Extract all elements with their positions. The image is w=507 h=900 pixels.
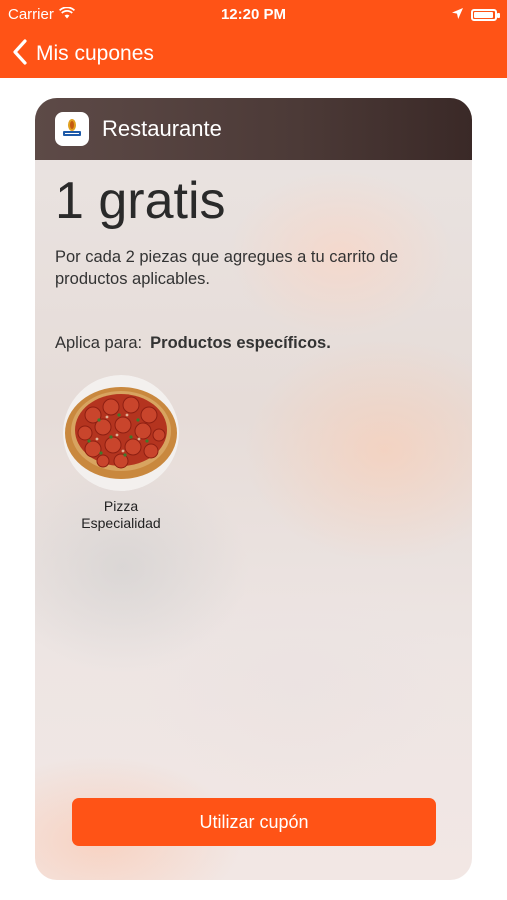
back-button[interactable]: Mis cupones — [12, 38, 154, 70]
battery-icon — [471, 8, 500, 21]
location-arrow-icon — [452, 6, 463, 23]
coupon-header: Restaurante — [35, 98, 472, 160]
product-name-line1: Pizza — [103, 498, 139, 514]
use-coupon-button[interactable]: Utilizar cupón — [72, 798, 436, 846]
restaurant-logo-icon — [55, 112, 89, 146]
product-name-line2: Especialidad — [81, 515, 161, 531]
navigation-bar: Mis cupones — [0, 30, 507, 78]
applies-value: Productos específicos. — [150, 334, 331, 352]
chevron-left-icon — [12, 38, 28, 70]
store-name: Restaurante — [102, 116, 222, 141]
applies-label: Aplica para: — [55, 334, 143, 352]
coupon-description: Por cada 2 piezas que agregues a tu carr… — [55, 248, 399, 288]
pizza-image — [63, 375, 179, 491]
coupon-headline: 1 gratis — [55, 172, 226, 230]
coupon-card: Restaurante 1 gratis Por cada 2 piezas q… — [35, 98, 472, 880]
product-item[interactable]: Pizza Especialidad — [63, 375, 179, 532]
status-right — [452, 6, 500, 23]
applies-to-row: Aplica para: Productos específicos. — [55, 334, 331, 353]
product-name: Pizza Especialidad — [63, 498, 179, 532]
battery-level — [474, 11, 493, 18]
clock: 12:20 PM — [220, 6, 287, 23]
status-bar: Carrier 12:20 PM — [0, 0, 507, 30]
back-label: Mis cupones — [36, 42, 154, 65]
